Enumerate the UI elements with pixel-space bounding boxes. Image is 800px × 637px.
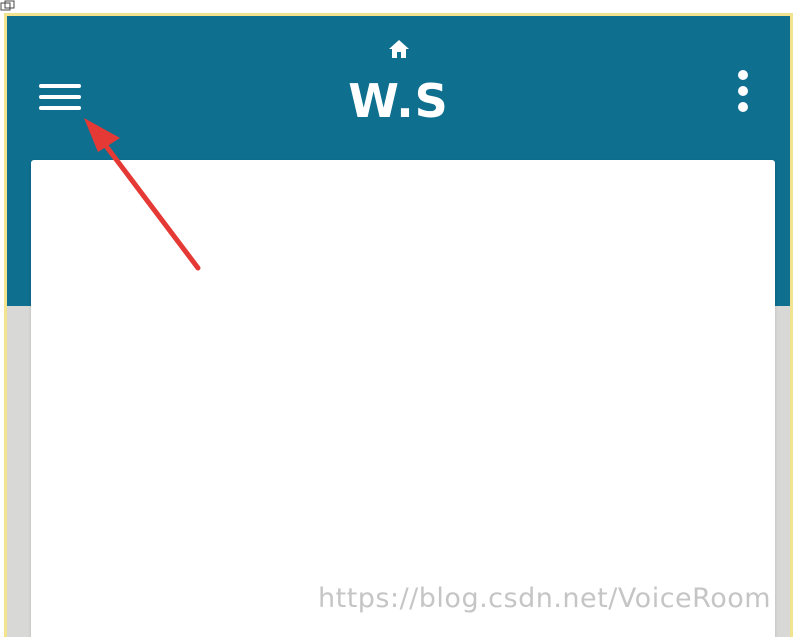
more-options-button[interactable] xyxy=(729,68,757,114)
window-restore-icon xyxy=(0,0,15,11)
content-card xyxy=(31,160,775,637)
watermark-text: https://blog.csdn.net/VoiceRoom xyxy=(318,583,772,614)
screenshot-frame: W.S https://blog.csdn.net/VoiceRoom xyxy=(0,0,800,637)
app-screen: W.S xyxy=(7,16,790,637)
app-title: W.S xyxy=(348,74,449,128)
home-icon[interactable] xyxy=(387,38,411,60)
